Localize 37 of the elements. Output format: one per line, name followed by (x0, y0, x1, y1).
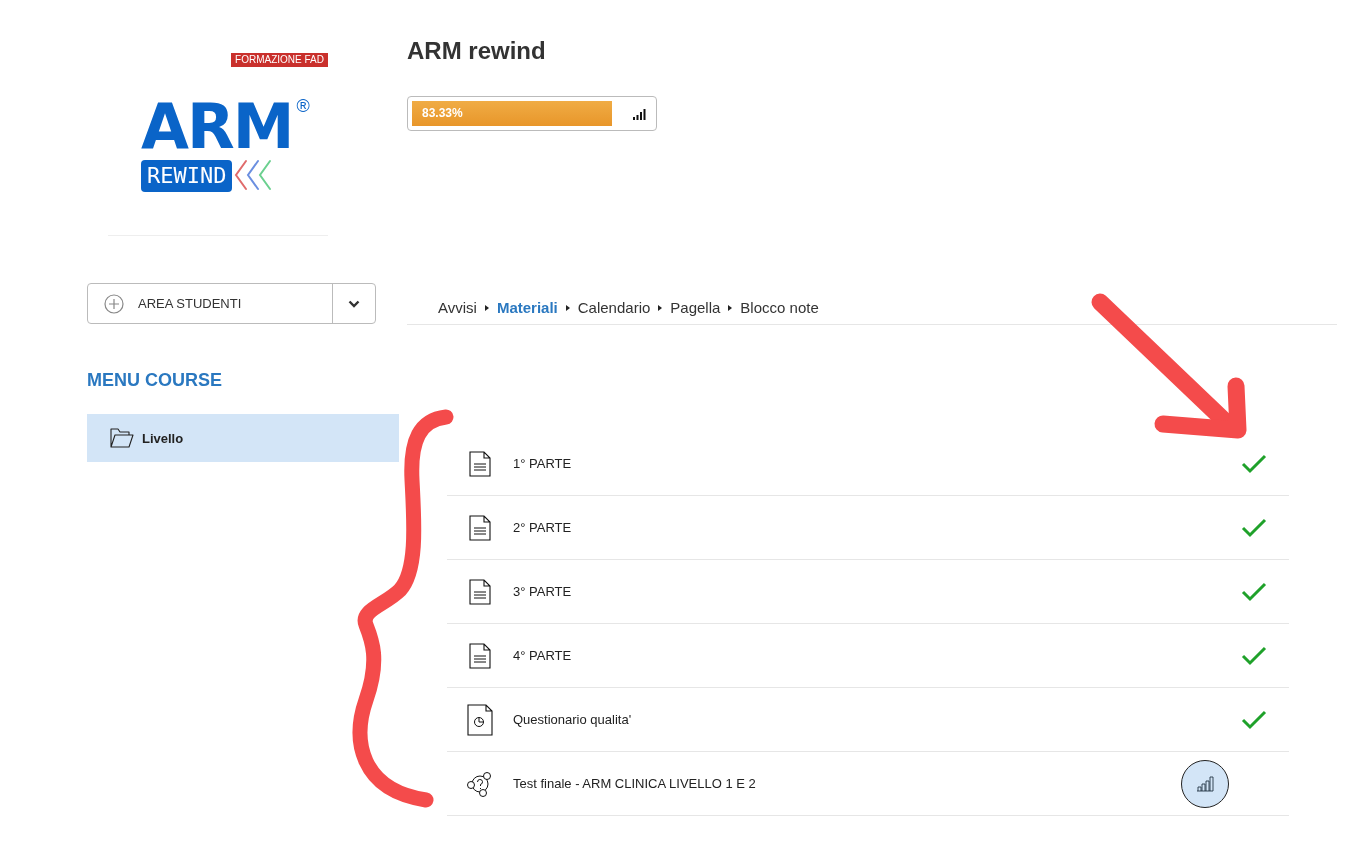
separator-triangle-icon (658, 305, 663, 311)
document-icon (469, 450, 491, 477)
bar-chart-icon (1196, 775, 1214, 792)
area-label: AREA STUDENTI (138, 296, 243, 311)
material-link[interactable]: Questionario qualita' (513, 712, 632, 727)
logo-subtitle: REWIND (141, 160, 233, 192)
nav-tab[interactable]: Materiali (496, 299, 558, 316)
document-icon (469, 578, 491, 605)
folder-icon (110, 428, 134, 448)
plus-circle-icon (104, 293, 124, 314)
sidebar-item[interactable]: Livello (87, 414, 399, 462)
nav-tab[interactable]: Calendario (577, 299, 651, 316)
material-link[interactable]: 2° PARTE (513, 520, 572, 535)
document-icon (469, 642, 491, 669)
nav-tab[interactable]: Avvisi (438, 299, 477, 316)
document-icon (469, 514, 491, 541)
material-link[interactable]: Test finale - ARM CLINICA LIVELLO 1 E 2 (513, 776, 756, 791)
separator-triangle-icon (565, 305, 570, 311)
chart-document-icon (467, 703, 493, 736)
chevron-down-icon[interactable] (348, 299, 360, 308)
signal-bars-icon (633, 109, 646, 120)
separator-triangle-icon (728, 305, 733, 311)
material-link[interactable]: 4° PARTE (513, 648, 572, 663)
course-type-badge: FORMAZIONE FAD (231, 53, 328, 67)
material-link[interactable]: 3° PARTE (513, 584, 572, 599)
stats-button[interactable] (1181, 759, 1229, 808)
material-link[interactable]: 1° PARTE (513, 456, 572, 471)
quiz-icon (467, 770, 493, 797)
nav-tab[interactable]: Pagella (670, 299, 721, 316)
course-title: ARM rewind (407, 36, 547, 66)
nav-tab[interactable]: Blocco note (740, 299, 819, 316)
logo-wordmark: ARM (141, 97, 293, 157)
area-dropdown[interactable]: AREA STUDENTI (87, 283, 376, 324)
menu-heading: MENU COURSE (87, 370, 223, 391)
progress-percent: 83.33% (422, 106, 463, 120)
separator-triangle-icon (484, 305, 489, 311)
registered-mark: ® (296, 97, 310, 115)
